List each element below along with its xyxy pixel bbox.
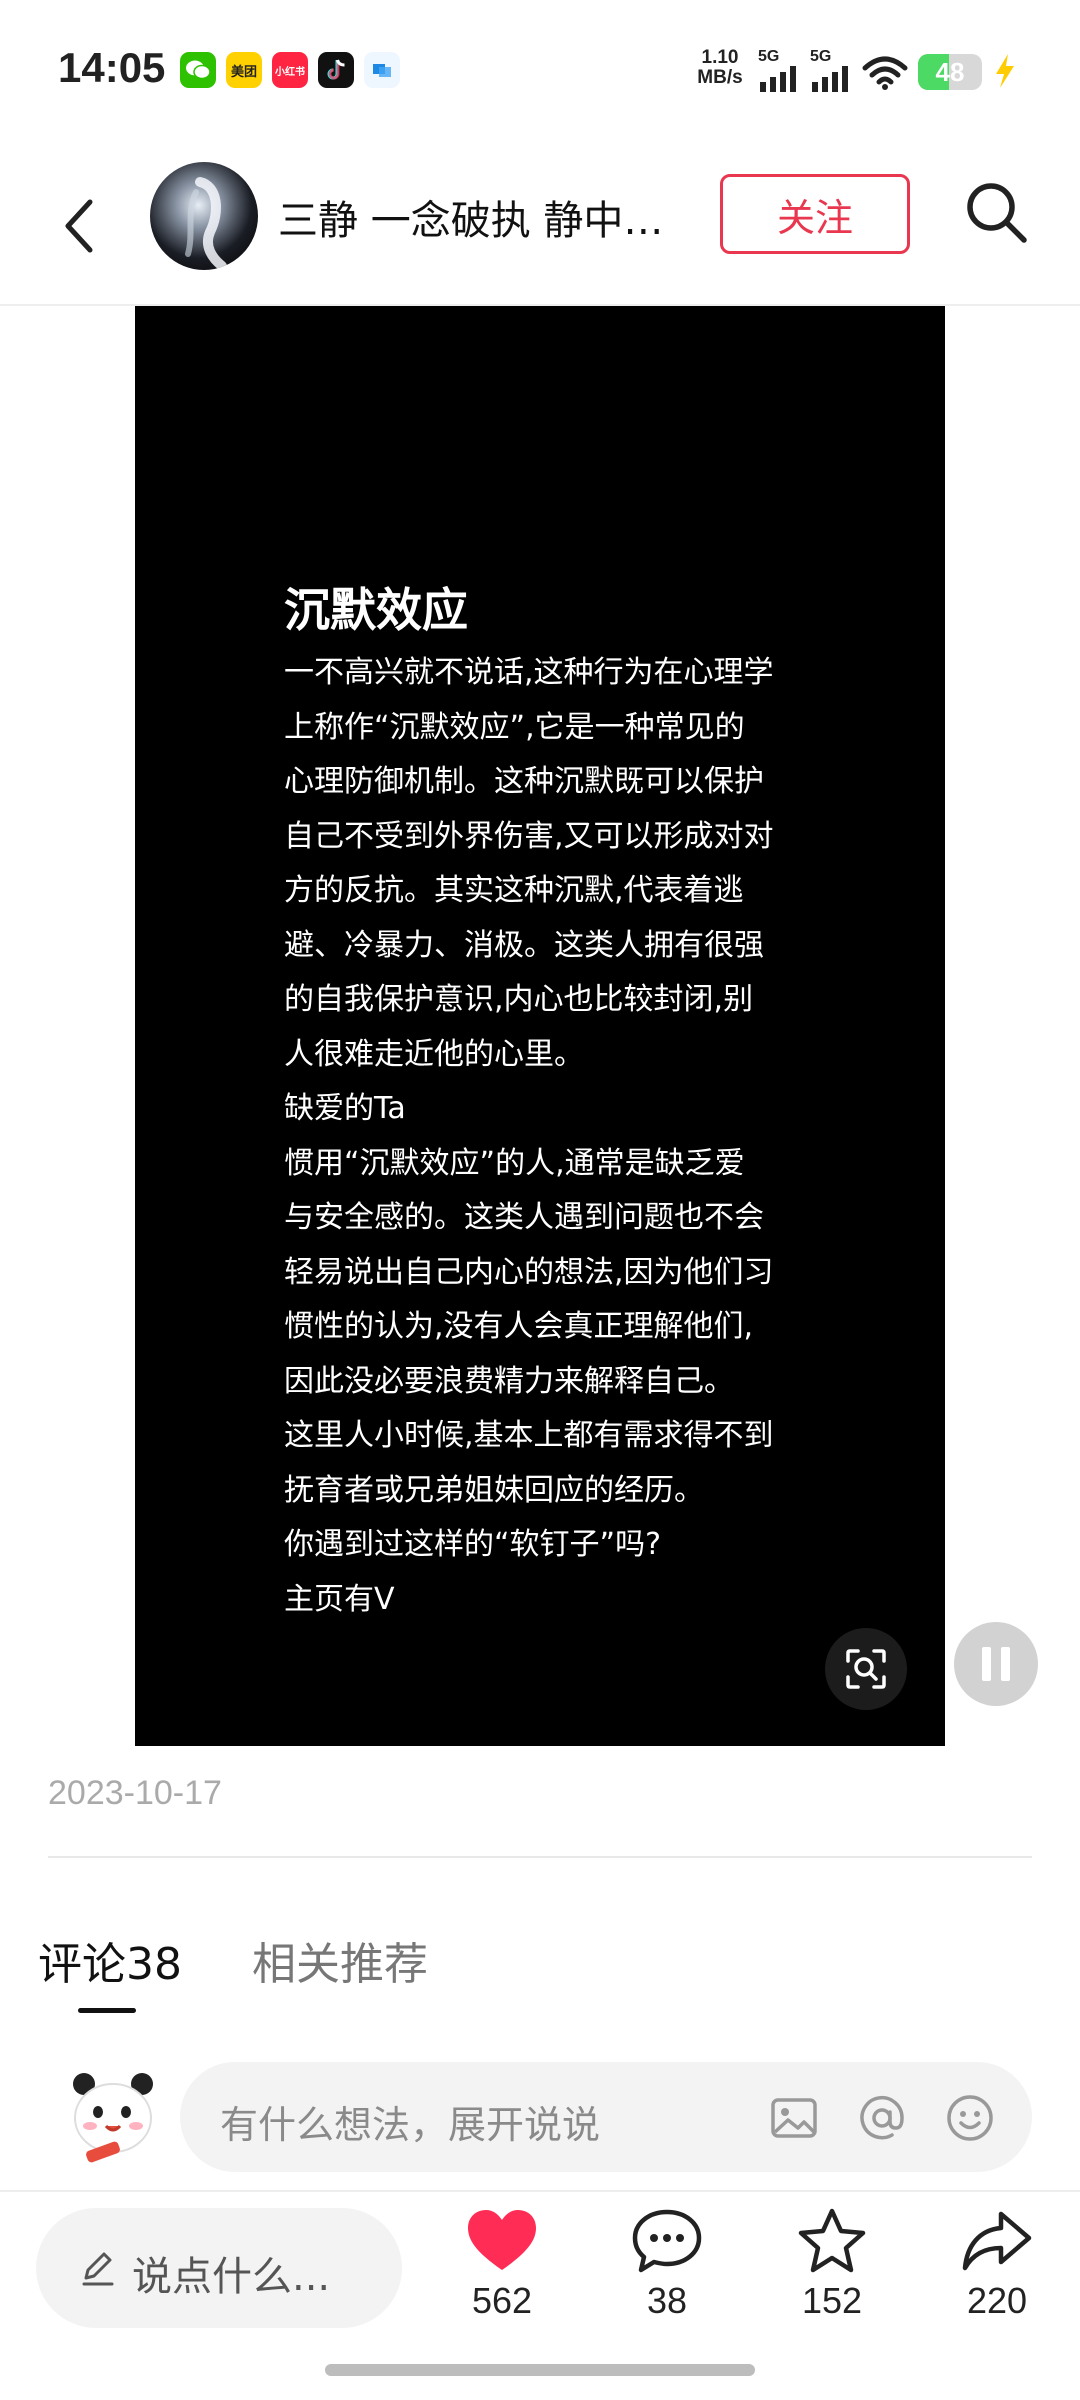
pencil-icon	[82, 2252, 114, 2286]
post-date: 2023-10-17	[48, 1774, 222, 1812]
tab-related[interactable]: 相关推荐	[252, 1928, 428, 1992]
post-line: 人很难走近他的心里。	[284, 1036, 584, 1072]
say-something-placeholder: 说点什么...	[132, 2254, 331, 2300]
app-icon	[364, 52, 400, 88]
status-bar: 14:05 美团 小红书 1.10 MB/s 5G 5G 48	[0, 0, 1080, 140]
post-line: 一不高兴就不说话,这种行为在心理学	[284, 655, 774, 690]
battery-level: 48	[935, 57, 965, 87]
author-avatar[interactable]	[150, 162, 258, 270]
post-line: 主页有V	[284, 1581, 395, 1617]
xiaohongshu-icon: 小红书	[272, 52, 308, 88]
lens-search-button[interactable]	[825, 1628, 907, 1710]
post-video[interactable]: 沉默效应 一不高兴就不说话,这种行为在心理学 上称作“沉默效应”,它是一种常见的…	[135, 306, 945, 1746]
author-name[interactable]: 三静 一念破执 静中…	[278, 188, 678, 246]
comment-icon	[632, 2209, 702, 2273]
like-count: 562	[471, 2280, 533, 2321]
status-time: 14:05	[58, 44, 166, 91]
net-speed-unit: MB/s	[697, 67, 743, 88]
pause-bar	[982, 1647, 991, 1681]
mention-icon[interactable]	[856, 2092, 908, 2144]
image-icon[interactable]	[768, 2092, 820, 2144]
post-line: 因此没必要浪费精力来解释自己。	[284, 1363, 734, 1399]
xiaohongshu-label: 小红书	[275, 66, 305, 78]
user-avatar[interactable]	[60, 2062, 166, 2168]
lens-icon	[846, 1649, 886, 1689]
post-line: 缺爱的Ta	[284, 1091, 406, 1126]
favorite-button[interactable]: 152	[767, 2208, 897, 2322]
wifi-icon	[862, 56, 908, 90]
bottom-bar-divider	[0, 2190, 1080, 2192]
post-line: 自己不受到外界伤害,又可以形成对对	[284, 818, 774, 854]
comment-placeholder: 有什么想法，展开说说	[220, 2103, 601, 2147]
pause-bar	[1001, 1647, 1010, 1681]
share-count: 220	[966, 2280, 1028, 2321]
comment-button[interactable]: 38	[602, 2208, 732, 2322]
signal-5g-icon: 5G	[810, 48, 852, 96]
wechat-icon	[180, 52, 216, 88]
star-icon	[798, 2208, 866, 2273]
net-speed: 1.10 MB/s	[690, 48, 750, 88]
net-speed-value: 1.10	[701, 47, 739, 68]
tab-active-indicator	[78, 2008, 136, 2013]
meituan-icon: 美团	[226, 52, 262, 88]
post-line: 你遇到过这样的“软钉子”吗?	[284, 1527, 662, 1562]
post-line: 避、冷暴力、消极。这类人拥有很强	[284, 927, 764, 963]
signal-5g-icon: 5G	[758, 48, 800, 96]
post-line: 上称作“沉默效应”,它是一种常见的	[284, 709, 745, 745]
favorite-count: 152	[801, 2280, 863, 2321]
like-button[interactable]: 562	[437, 2208, 567, 2322]
post-line: 轻易说出自己内心的想法,因为他们习	[284, 1254, 774, 1290]
share-button[interactable]: 220	[932, 2208, 1062, 2322]
say-something-input[interactable]: 说点什么...	[36, 2208, 402, 2328]
battery-icon: 48	[918, 54, 982, 90]
signal-label-1: 5G	[758, 48, 780, 65]
post-line: 与安全感的。这类人遇到问题也不会	[284, 1200, 764, 1235]
post-line: 抚育者或兄弟姐妹回应的经历。	[284, 1472, 704, 1508]
post-line: 惯用“沉默效应”的人,通常是缺乏爱	[284, 1145, 745, 1181]
post-title: 沉默效应	[284, 583, 468, 637]
tab-comments[interactable]: 评论38	[38, 1928, 182, 1992]
post-header: 三静 一念破执 静中… 关注	[0, 150, 1080, 300]
post-line: 惯性的认为,没有人会真正理解他们,	[284, 1309, 754, 1344]
heart-icon	[468, 2210, 536, 2270]
post-line: 的自我保护意识,内心也比较封闭,别	[284, 982, 754, 1017]
comment-count: 38	[646, 2280, 688, 2321]
meituan-label: 美团	[230, 63, 257, 79]
search-icon[interactable]	[960, 176, 1032, 248]
share-icon	[962, 2211, 1032, 2271]
follow-button[interactable]: 关注	[720, 174, 910, 254]
content-divider	[48, 1856, 1032, 1858]
tiktok-icon	[318, 52, 354, 88]
back-button[interactable]	[48, 186, 118, 266]
post-line: 方的反抗。其实这种沉默,代表着逃	[284, 873, 744, 908]
charging-icon	[996, 54, 1014, 88]
post-body: 一不高兴就不说话,这种行为在心理学 上称作“沉默效应”,它是一种常见的 心理防御…	[284, 646, 804, 1627]
comment-input[interactable]: 有什么想法，展开说说	[180, 2062, 1032, 2172]
emoji-icon[interactable]	[944, 2092, 996, 2144]
signal-label-2: 5G	[810, 48, 832, 65]
post-line: 这里人小时候,基本上都有需求得不到	[284, 1418, 774, 1453]
post-line: 心理防御机制。这种沉默既可以保护	[284, 764, 764, 799]
home-indicator[interactable]	[325, 2364, 755, 2376]
pause-button[interactable]	[954, 1622, 1038, 1706]
